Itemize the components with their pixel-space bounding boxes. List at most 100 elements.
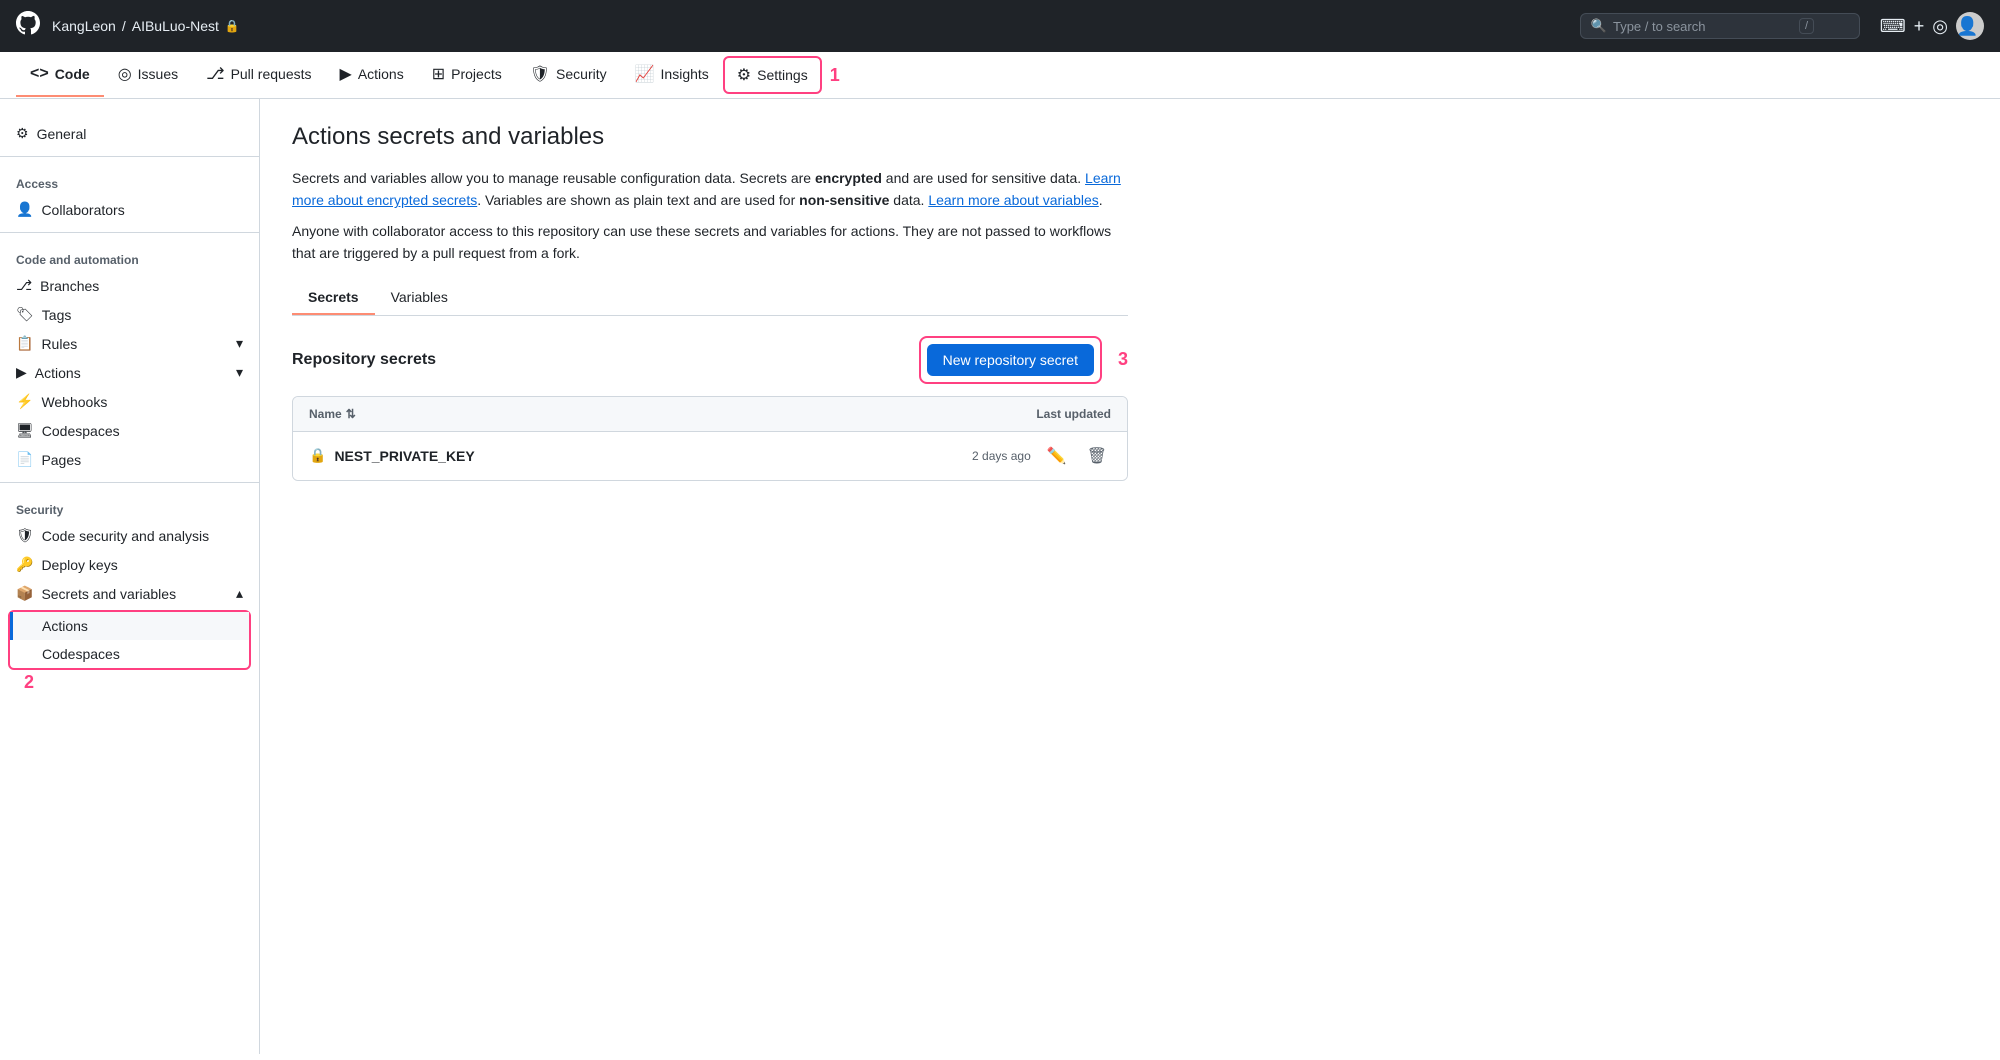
sidebar-actions-label: Actions (35, 365, 81, 381)
sidebar-subitem-actions[interactable]: Actions (10, 612, 249, 640)
insights-icon: 📈 (635, 64, 655, 84)
nav-pull-requests[interactable]: ⎇ Pull requests (192, 52, 325, 98)
nav-issues-label: Issues (138, 66, 178, 82)
tag-icon: 🏷 (16, 306, 34, 323)
sidebar-item-collaborators[interactable]: 👤 Collaborators (0, 195, 259, 224)
nav-actions-label: Actions (358, 66, 404, 82)
sidebar-general-label: General (37, 126, 87, 142)
sidebar-sep-3 (0, 482, 259, 483)
annotation-1: 1 (830, 65, 840, 86)
nav-actions[interactable]: ▶ Actions (326, 52, 418, 98)
pages-icon: 📄 (16, 451, 33, 468)
tab-secrets[interactable]: Secrets (292, 281, 375, 315)
nav-pr-label: Pull requests (231, 66, 312, 82)
description-line-1: Secrets and variables allow you to manag… (292, 167, 1128, 212)
annotation-2: 2 (8, 672, 34, 692)
sidebar-deploy-keys-label: Deploy keys (41, 557, 117, 573)
sidebar-subitem-codespaces[interactable]: Codespaces (10, 640, 249, 668)
sidebar-item-deploy-keys[interactable]: 🔑 Deploy keys (0, 550, 259, 579)
sidebar-item-tags[interactable]: 🏷 Tags (0, 300, 259, 329)
topbar-action-buttons: ⌨ + ◎ 👤 (1880, 12, 1984, 40)
repo-nav: <> Code ◎ Issues ⎇ Pull requests ▶ Actio… (0, 52, 2000, 99)
desc-text-3: . Variables are shown as plain text and … (477, 192, 799, 208)
breadcrumb-user[interactable]: KangLeon (52, 18, 116, 34)
search-icon: 🔍 (1591, 18, 1607, 34)
key-icon: 🔑 (16, 556, 33, 573)
desc-text-2: and are used for sensitive data. (882, 170, 1085, 186)
security-icon: 🛡 (530, 64, 550, 84)
tab-variables[interactable]: Variables (375, 281, 464, 315)
description-line-2: Anyone with collaborator access to this … (292, 220, 1128, 265)
sidebar-item-code-security[interactable]: 🛡 Code security and analysis (0, 521, 259, 550)
terminal-button[interactable]: ⌨ (1880, 16, 1906, 37)
desc-bold-nonsensitive: non-sensitive (799, 192, 889, 208)
sidebar-collaborators-label: Collaborators (41, 202, 124, 218)
nav-projects-label: Projects (451, 66, 502, 82)
avatar[interactable]: 👤 (1956, 12, 1984, 40)
col-name-label: Name (309, 407, 342, 421)
sidebar-item-general[interactable]: ⚙ General (0, 119, 259, 148)
actions-sidebar-icon: ▶ (16, 364, 27, 381)
actions-nav-icon: ▶ (340, 64, 352, 84)
sidebar-secrets-variables-label: Secrets and variables (41, 586, 176, 602)
code-icon: <> (30, 65, 49, 83)
inbox-button[interactable]: ◎ (1932, 16, 1948, 37)
sidebar-item-secrets-variables[interactable]: 📦 Secrets and variables ▴ (0, 579, 259, 608)
sidebar-code-security-label: Code security and analysis (42, 528, 209, 544)
page-title: Actions secrets and variables (292, 123, 1128, 151)
sidebar-access-section: Access (0, 165, 259, 195)
sort-icon[interactable]: ⇅ (346, 407, 356, 421)
issues-icon: ◎ (118, 64, 132, 84)
nav-settings[interactable]: ⚙ Settings (723, 56, 822, 94)
link-variables[interactable]: Learn more about variables (928, 192, 1098, 208)
projects-icon: ⊞ (432, 64, 445, 84)
sidebar-item-pages[interactable]: 📄 Pages (0, 445, 259, 474)
topbar: KangLeon / AIBuLuo-Nest 🔒 🔍 / ⌨ + ◎ 👤 (0, 0, 2000, 52)
new-item-button[interactable]: + (1914, 16, 1925, 37)
secret-name-value: NEST_PRIVATE_KEY (334, 448, 474, 464)
actions-chevron-icon: ▾ (236, 364, 243, 381)
nav-insights[interactable]: 📈 Insights (621, 52, 723, 98)
sidebar-code-automation-section: Code and automation (0, 241, 259, 271)
sidebar-sep-1 (0, 156, 259, 157)
sidebar: ⚙ General Access 👤 Collaborators Code an… (0, 99, 260, 1054)
sidebar-pages-label: Pages (41, 452, 81, 468)
sidebar-item-actions[interactable]: ▶ Actions ▾ (0, 358, 259, 387)
pr-icon: ⎇ (206, 64, 224, 84)
nav-code[interactable]: <> Code (16, 53, 104, 97)
tab-bar: Secrets Variables (292, 281, 1128, 316)
desc-text-4: data. (889, 192, 928, 208)
breadcrumb-repo[interactable]: AIBuLuo-Nest (132, 18, 219, 34)
delete-secret-button[interactable]: 🗑 (1083, 442, 1111, 470)
annotation-3: 3 (1118, 349, 1128, 370)
nav-security-label: Security (556, 66, 607, 82)
search-bar[interactable]: 🔍 / (1580, 13, 1860, 39)
secrets-chevron-icon: ▴ (236, 585, 243, 602)
person-icon: 👤 (16, 201, 33, 218)
search-kbd: / (1799, 18, 1814, 34)
nav-projects[interactable]: ⊞ Projects (418, 52, 516, 98)
nav-issues[interactable]: ◎ Issues (104, 52, 192, 98)
gear-icon: ⚙ (16, 125, 29, 142)
rules-icon: 📋 (16, 335, 33, 352)
sidebar-security-section: Security (0, 491, 259, 521)
desc-bold-encrypted: encrypted (815, 170, 882, 186)
secrets-table: Name ⇅ Last updated 🔒 NEST_PRIVATE_KEY 2… (292, 396, 1128, 481)
nav-security[interactable]: 🛡 Security (516, 52, 621, 98)
table-header: Name ⇅ Last updated (293, 397, 1127, 432)
sidebar-item-rules[interactable]: 📋 Rules ▾ (0, 329, 259, 358)
sidebar-item-webhooks[interactable]: ⚡ Webhooks (0, 387, 259, 416)
secrets-section-header: Repository secrets New repository secret… (292, 336, 1128, 384)
new-repository-secret-button[interactable]: New repository secret (927, 344, 1094, 376)
desc-text-5: . (1099, 192, 1103, 208)
sidebar-item-branches[interactable]: ⎇ Branches (0, 271, 259, 300)
search-input[interactable] (1613, 19, 1793, 34)
sidebar-branches-label: Branches (40, 278, 99, 294)
codespaces-icon: 🖥 (16, 422, 34, 439)
content-area: Actions secrets and variables Secrets an… (260, 99, 1160, 1054)
subitem-actions-label: Actions (42, 618, 88, 634)
shield-icon: 🛡 (16, 527, 34, 544)
edit-secret-button[interactable]: ✏️ (1043, 442, 1071, 470)
sidebar-item-codespaces[interactable]: 🖥 Codespaces (0, 416, 259, 445)
github-logo (16, 11, 40, 41)
